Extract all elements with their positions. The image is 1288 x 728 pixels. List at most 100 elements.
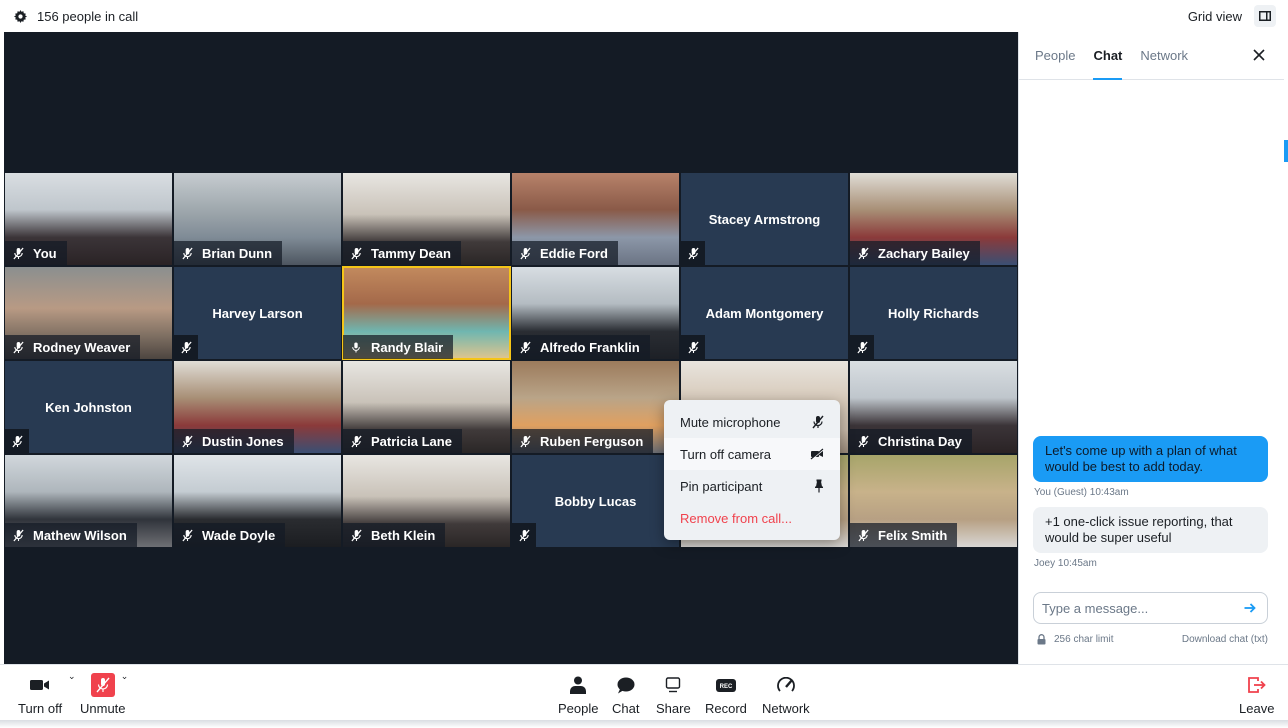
camera-toggle-button[interactable]: ⌄ Turn off: [18, 671, 76, 716]
camera-toggle-label: Turn off: [18, 701, 63, 716]
camera-off-icon: [810, 448, 824, 460]
close-icon: [1253, 49, 1265, 61]
tab-people[interactable]: People: [1035, 48, 1075, 79]
participant-tile[interactable]: Eddie Ford: [511, 172, 680, 266]
mic-off-icon: [11, 341, 25, 354]
download-chat-link[interactable]: Download chat (txt): [1182, 634, 1268, 645]
screen-share-icon: [666, 677, 681, 693]
participant-label: Zachary Bailey: [850, 241, 980, 265]
mic-off-icon: [5, 429, 29, 453]
send-message-button[interactable]: [1241, 599, 1259, 617]
mic-off-icon: [850, 335, 874, 359]
participant-tile[interactable]: Patricia Lane: [342, 360, 511, 454]
participant-label: Patricia Lane: [343, 429, 462, 453]
mic-muted-indicator: [90, 673, 115, 697]
participant-tile[interactable]: Wade Doyle: [173, 454, 342, 548]
participant-tile[interactable]: Ruben Ferguson: [511, 360, 680, 454]
participant-tile[interactable]: Stacey Armstrong: [680, 172, 849, 266]
menu-item-remove-from-call[interactable]: Remove from call...: [664, 502, 840, 534]
share-button[interactable]: Share: [656, 673, 691, 716]
participant-label: Rodney Weaver: [5, 335, 141, 359]
close-panel-button[interactable]: [1250, 46, 1268, 64]
chat-message-input[interactable]: [1042, 600, 1241, 616]
participant-label: Christina Day: [850, 429, 972, 453]
participant-name: Mathew Wilson: [33, 527, 127, 543]
svg-text:REC: REC: [720, 684, 733, 690]
menu-item-mute-microphone[interactable]: Mute microphone: [664, 406, 840, 438]
participant-tile[interactable]: Mathew Wilson: [4, 454, 173, 548]
participant-tile[interactable]: Felix Smith: [849, 454, 1018, 548]
mic-off-icon: [681, 241, 705, 265]
pin-icon: [815, 479, 823, 493]
participant-count: 156 people in call: [37, 8, 139, 24]
participant-label: Dustin Jones: [174, 429, 294, 453]
chat-bubble-icon: [617, 677, 635, 693]
participant-name: Holly Richards: [887, 305, 980, 321]
chat-message-mine: Let's come up with a plan of what would …: [1033, 436, 1268, 482]
participant-label: Brian Dunn: [174, 241, 283, 265]
participant-name: Bobby Lucas: [554, 493, 637, 509]
participant-name: Ruben Ferguson: [540, 433, 644, 449]
participant-tile[interactable]: Holly Richards: [849, 266, 1018, 360]
participant-tile[interactable]: Randy Blair: [342, 266, 511, 360]
mic-off-icon: [856, 529, 870, 542]
participant-tile[interactable]: Dustin Jones: [173, 360, 342, 454]
chat-messages: Let's come up with a plan of what would …: [1033, 436, 1268, 578]
participant-tile[interactable]: Rodney Weaver: [4, 266, 173, 360]
bottom-shadow: [0, 720, 1288, 728]
mic-off-icon: [518, 435, 532, 448]
mic-off-icon: [856, 435, 870, 448]
sidebar-view-button[interactable]: [1254, 5, 1276, 27]
mic-options-chevron-icon[interactable]: ⌄: [121, 671, 129, 682]
participant-tile[interactable]: Adam Montgomery: [680, 266, 849, 360]
tab-chat[interactable]: Chat: [1093, 48, 1122, 80]
participant-tile[interactable]: Brian Dunn: [173, 172, 342, 266]
gear-icon[interactable]: [14, 9, 27, 23]
mic-off-icon: [349, 529, 363, 542]
participant-tile[interactable]: Christina Day: [849, 360, 1018, 454]
lock-icon: [1037, 634, 1046, 645]
record-button[interactable]: REC Record: [705, 673, 747, 716]
mic-off-icon: [518, 341, 532, 354]
mic-off-icon: [180, 247, 194, 260]
view-mode-label: Grid view: [1187, 8, 1242, 24]
tab-network[interactable]: Network: [1140, 48, 1188, 79]
menu-item-pin-participant[interactable]: Pin participant: [664, 470, 840, 502]
composer-footer: 256 char limit Download chat (txt): [1037, 634, 1268, 645]
mic-off-icon: [349, 247, 363, 260]
participant-label: You: [5, 241, 67, 265]
chat-message-meta: You (Guest) 10:43am: [1034, 487, 1129, 498]
participant-name: Alfredo Franklin: [540, 339, 640, 355]
leave-call-button[interactable]: Leave: [1239, 673, 1274, 716]
mic-off-icon: [180, 529, 194, 542]
chat-message-other: +1 one-click issue reporting, that would…: [1033, 507, 1268, 553]
chat-button[interactable]: Chat: [612, 673, 639, 716]
participant-label: Wade Doyle: [174, 523, 286, 547]
network-button[interactable]: Network: [762, 673, 810, 716]
participant-name: Harvey Larson: [212, 305, 303, 321]
participant-tile[interactable]: You: [4, 172, 173, 266]
participant-tile[interactable]: Bobby Lucas: [511, 454, 680, 548]
participant-tile[interactable]: Harvey Larson: [173, 266, 342, 360]
person-icon: [570, 676, 587, 694]
top-bar: 156 people in call Grid view: [0, 0, 1288, 192]
participant-tile[interactable]: Ken Johnston: [4, 360, 173, 454]
camera-options-chevron-icon[interactable]: ⌄: [68, 671, 76, 682]
participant-tile[interactable]: Tammy Dean: [342, 172, 511, 266]
participant-label: Alfredo Franklin: [512, 335, 650, 359]
unmute-button[interactable]: ⌄ Unmute: [80, 671, 129, 716]
record-icon: REC: [715, 678, 736, 692]
chat-composer: [1033, 592, 1268, 624]
menu-item-turn-off-camera[interactable]: Turn off camera: [664, 438, 840, 470]
participant-label: Ruben Ferguson: [512, 429, 654, 453]
participant-label: Randy Blair: [343, 335, 454, 359]
participant-tile[interactable]: Alfredo Franklin: [511, 266, 680, 360]
people-button[interactable]: People: [558, 673, 598, 716]
sidebar-layout-icon: [1259, 11, 1271, 21]
participant-name: Felix Smith: [878, 527, 948, 543]
mic-off-icon: [518, 247, 532, 260]
participant-name: Stacey Armstrong: [708, 211, 821, 227]
participant-tile[interactable]: Beth Klein: [342, 454, 511, 548]
participant-name: Dustin Jones: [202, 433, 284, 449]
participant-tile[interactable]: Zachary Bailey: [849, 172, 1018, 266]
